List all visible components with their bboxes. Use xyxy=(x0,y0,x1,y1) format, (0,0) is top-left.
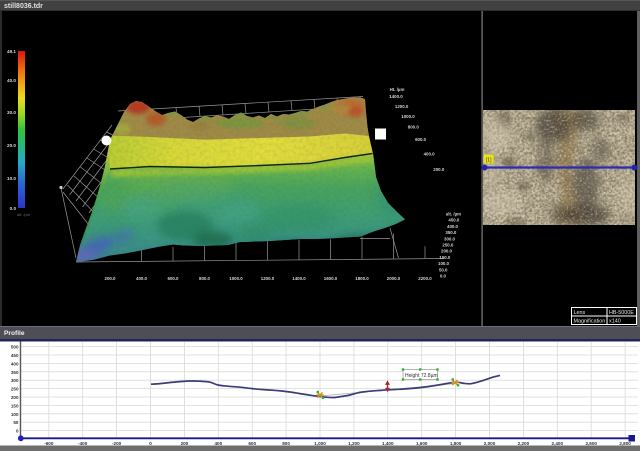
svg-text:HB-5000E: HB-5000E xyxy=(609,310,634,316)
svg-text:1000.0: 1000.0 xyxy=(229,276,243,281)
svg-text:500: 500 xyxy=(11,345,19,350)
svg-text:300.0: 300.0 xyxy=(444,236,456,241)
svg-text:150: 150 xyxy=(11,403,19,408)
svg-text:200.0: 200.0 xyxy=(441,249,453,254)
svg-text:50: 50 xyxy=(13,420,19,425)
svg-text:200: 200 xyxy=(181,441,189,446)
svg-text:30.0: 30.0 xyxy=(7,110,16,115)
svg-text:alt. /µm: alt. /µm xyxy=(17,212,31,217)
svg-text:200.0: 200.0 xyxy=(105,276,117,281)
svg-text:400: 400 xyxy=(214,441,222,446)
svg-text:49.1: 49.1 xyxy=(7,49,16,54)
svg-text:2,600: 2,600 xyxy=(585,441,597,446)
svg-text:10.0: 10.0 xyxy=(7,176,16,181)
svg-text:-600: -600 xyxy=(44,441,54,446)
svg-text:1,400: 1,400 xyxy=(382,441,394,446)
svg-text:800.0: 800.0 xyxy=(199,276,211,281)
svg-text:2,000: 2,000 xyxy=(484,441,496,446)
svg-text:20.0: 20.0 xyxy=(7,143,16,148)
svg-text:1,200: 1,200 xyxy=(348,441,360,446)
svg-text:400: 400 xyxy=(11,361,19,366)
svg-text:600: 600 xyxy=(248,441,256,446)
svg-text:600.0: 600.0 xyxy=(168,276,180,281)
svg-text:400.0: 400.0 xyxy=(136,276,148,281)
svg-text:0: 0 xyxy=(149,441,152,446)
svg-text:2,400: 2,400 xyxy=(552,441,564,446)
svg-text:2,200: 2,200 xyxy=(518,441,530,446)
svg-text:100.0: 100.0 xyxy=(438,261,450,266)
svg-text:50.0: 50.0 xyxy=(439,267,448,272)
svg-text:450.0: 450.0 xyxy=(448,218,460,223)
svg-text:1000.0: 1000.0 xyxy=(401,114,415,119)
svg-text:x140: x140 xyxy=(609,319,621,325)
svg-text:1800.0: 1800.0 xyxy=(355,276,369,281)
svg-text:1200.0: 1200.0 xyxy=(395,104,409,109)
svg-text:100: 100 xyxy=(11,412,19,417)
svg-text:400.0: 400.0 xyxy=(447,224,459,229)
svg-text:[1]: [1] xyxy=(486,158,492,164)
svg-text:1,800: 1,800 xyxy=(450,441,462,446)
svg-text:2,800: 2,800 xyxy=(619,441,631,446)
svg-text:-200: -200 xyxy=(112,441,122,446)
svg-text:-400: -400 xyxy=(78,441,88,446)
svg-text:Height 72.8µm: Height 72.8µm xyxy=(405,373,438,379)
svg-text:0.0: 0.0 xyxy=(10,206,17,211)
svg-text:2000.0: 2000.0 xyxy=(387,276,401,281)
svg-text:1400.0: 1400.0 xyxy=(389,94,403,99)
svg-text:1,000: 1,000 xyxy=(314,441,326,446)
svg-text:250: 250 xyxy=(11,387,19,392)
svg-text:0.0: 0.0 xyxy=(440,274,447,279)
svg-text:800: 800 xyxy=(282,441,290,446)
svg-text:1400.0: 1400.0 xyxy=(292,276,306,281)
svg-text:300: 300 xyxy=(11,378,19,383)
svg-text:Ht. /µm: Ht. /µm xyxy=(390,87,405,92)
svg-text:400.0: 400.0 xyxy=(424,152,436,157)
svg-text:350.0: 350.0 xyxy=(445,230,457,235)
svg-text:2200.0: 2200.0 xyxy=(418,276,432,281)
svg-text:40.0: 40.0 xyxy=(7,78,16,83)
svg-text:Magnification: Magnification xyxy=(574,319,606,325)
svg-text:250.0: 250.0 xyxy=(442,243,454,248)
svg-text:1,600: 1,600 xyxy=(416,441,428,446)
svg-text:350: 350 xyxy=(11,370,19,375)
svg-text:800.0: 800.0 xyxy=(408,125,420,130)
svg-text:still8036.tdr: still8036.tdr xyxy=(4,3,43,10)
svg-text:450: 450 xyxy=(11,353,19,358)
svg-text:600.0: 600.0 xyxy=(415,137,427,142)
svg-text:Profile: Profile xyxy=(4,330,25,337)
svg-text:150.0: 150.0 xyxy=(439,255,451,260)
svg-text:1200.0: 1200.0 xyxy=(261,276,275,281)
svg-text:1600.0: 1600.0 xyxy=(324,276,338,281)
svg-text:200.0: 200.0 xyxy=(433,167,445,172)
svg-text:alt. /µm: alt. /µm xyxy=(446,212,461,217)
svg-text:0: 0 xyxy=(16,429,19,434)
svg-text:200: 200 xyxy=(11,395,19,400)
svg-text:Lens: Lens xyxy=(574,310,586,316)
